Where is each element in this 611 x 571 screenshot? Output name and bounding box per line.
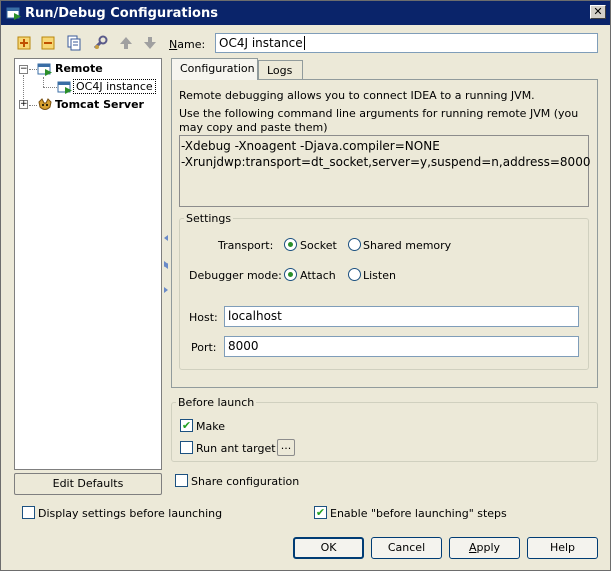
add-icon[interactable] — [15, 34, 33, 52]
command-line-2: -Xrunjdwp:transport=dt_socket,server=y,s… — [181, 155, 591, 169]
display-settings-label[interactable]: Display settings before launching — [38, 507, 222, 520]
port-input[interactable]: 8000 — [224, 336, 579, 357]
mode-attach-radio[interactable] — [284, 268, 297, 281]
config-tree[interactable]: − Remote OC4J instance + Tomcat Server — [14, 58, 162, 470]
tree-item-tomcat-server[interactable]: Tomcat Server — [55, 98, 144, 111]
remote-description: Remote debugging allows you to connect I… — [179, 89, 535, 102]
ant-target-browse-button[interactable]: ... — [277, 439, 295, 456]
name-input[interactable]: OC4J instance — [215, 33, 598, 53]
enable-before-launching-checkbox[interactable]: ✔ — [314, 506, 327, 519]
share-configuration-label[interactable]: Share configuration — [191, 475, 299, 488]
move-up-icon[interactable] — [117, 34, 135, 52]
remote-icon — [37, 61, 53, 77]
transport-shared-memory-radio[interactable] — [348, 238, 361, 251]
share-configuration-checkbox[interactable] — [175, 474, 188, 487]
command-line-box[interactable]: -Xdebug -Xnoagent -Djava.compiler=NONE -… — [179, 135, 591, 207]
port-label: Port: — [191, 341, 217, 354]
tab-logs[interactable]: Logs — [258, 60, 303, 80]
remote-expander[interactable]: − — [19, 65, 28, 74]
enable-before-launching-label[interactable]: Enable "before launching" steps — [330, 507, 507, 520]
edit-defaults-button[interactable]: Edit Defaults — [14, 473, 162, 495]
make-checkbox[interactable]: ✔ — [180, 419, 193, 432]
run-debug-dialog: Run/Debug Configurations ✕ Name: OC4J in… — [0, 0, 611, 571]
name-label: Name: — [169, 38, 206, 51]
copy-icon[interactable] — [65, 34, 83, 52]
mode-attach-label[interactable]: Attach — [300, 269, 336, 282]
transport-socket-label[interactable]: Socket — [300, 239, 337, 252]
command-line-1: -Xdebug -Xnoagent -Djava.compiler=NONE — [181, 139, 440, 153]
move-down-icon[interactable] — [141, 34, 159, 52]
debugger-mode-label: Debugger mode: — [189, 269, 282, 282]
tomcat-icon — [37, 97, 53, 113]
cmd-instructions: Use the following command line arguments… — [179, 107, 579, 134]
tab-configuration[interactable]: Configuration — [171, 58, 258, 80]
transport-shared-memory-label[interactable]: Shared memory — [363, 239, 451, 252]
before-launch-legend: Before launch — [178, 396, 255, 409]
host-label: Host: — [189, 311, 218, 324]
app-icon — [6, 5, 22, 21]
cancel-button[interactable]: Cancel — [371, 537, 442, 559]
apply-button[interactable]: Apply — [449, 537, 520, 559]
tomcat-expander[interactable]: + — [19, 100, 28, 109]
title-bar[interactable]: Run/Debug Configurations ✕ — [1, 1, 610, 25]
make-label[interactable]: Make — [196, 420, 225, 433]
display-settings-checkbox[interactable] — [22, 506, 35, 519]
wrench-icon[interactable] — [91, 34, 109, 52]
transport-label: Transport: — [218, 239, 274, 252]
window-title: Run/Debug Configurations — [25, 6, 218, 21]
tree-item-oc4j-instance[interactable]: OC4J instance — [73, 79, 156, 94]
remove-icon[interactable] — [39, 34, 57, 52]
mode-listen-label[interactable]: Listen — [363, 269, 396, 282]
host-input[interactable]: localhost — [224, 306, 579, 327]
ok-button[interactable]: OK — [293, 537, 364, 559]
help-button[interactable]: Help — [527, 537, 598, 559]
splitter-handle[interactable] — [163, 233, 169, 297]
close-button[interactable]: ✕ — [590, 5, 606, 19]
transport-socket-radio[interactable] — [284, 238, 297, 251]
oc4j-icon — [57, 79, 73, 95]
mode-listen-radio[interactable] — [348, 268, 361, 281]
tree-item-remote[interactable]: Remote — [55, 62, 103, 75]
run-ant-target-checkbox[interactable] — [180, 441, 193, 454]
run-ant-target-label[interactable]: Run ant target — [196, 442, 276, 455]
settings-legend: Settings — [186, 212, 232, 225]
